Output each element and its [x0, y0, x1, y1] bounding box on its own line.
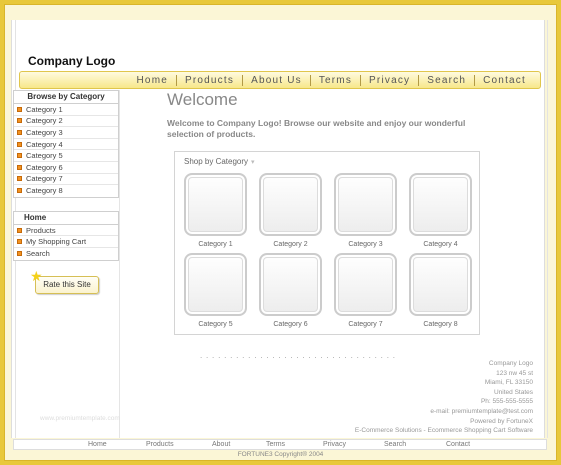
product-thumbnail[interactable]: [409, 253, 472, 316]
product-label[interactable]: Category 2: [259, 241, 322, 248]
product-tile-5[interactable]: Category 5: [184, 253, 247, 328]
product-label[interactable]: Category 6: [259, 321, 322, 328]
edge-line-right: [547, 20, 548, 438]
arrow-icon: ▾: [251, 159, 255, 166]
product-label[interactable]: Category 3: [334, 241, 397, 248]
address-email[interactable]: e-mail: premiumtemplate@test.com: [355, 407, 533, 417]
sidebar-item-category-8[interactable]: Category 8: [14, 185, 118, 197]
address-country: United States: [493, 388, 533, 396]
nav-privacy[interactable]: Privacy: [360, 74, 418, 86]
nav-terms[interactable]: Terms: [309, 74, 360, 86]
product-tile-2[interactable]: Category 2: [259, 173, 322, 248]
shop-by-category-panel: Shop by Category ▾ Category 1 Category 2 …: [174, 151, 480, 335]
footer-nav-privacy[interactable]: Privacy: [323, 441, 346, 448]
welcome-intro: Welcome to Company Logo! Browse our webs…: [167, 118, 466, 139]
bullet-icon: [17, 118, 22, 124]
nav-about-us[interactable]: About Us: [242, 74, 310, 86]
product-thumbnail[interactable]: [184, 253, 247, 316]
sidebar-item-category-2[interactable]: Category 2: [14, 116, 118, 128]
nav-home[interactable]: Home: [129, 75, 176, 86]
product-thumbnail[interactable]: [409, 173, 472, 236]
nav-search[interactable]: Search: [418, 74, 474, 86]
product-tile-1[interactable]: Category 1: [184, 173, 247, 248]
product-thumbnail[interactable]: [334, 253, 397, 316]
bullet-icon: [17, 153, 22, 159]
sidebar-item-category-5[interactable]: Category 5: [14, 150, 118, 162]
product-tile-8[interactable]: Category 8: [409, 253, 472, 328]
sidebar: Browse by Category Category 1 Category 2…: [13, 90, 119, 261]
column-divider: [119, 90, 120, 438]
footer-nav-contact[interactable]: Contact: [446, 441, 470, 448]
top-navigation: Home Products About Us Terms Privacy Sea…: [19, 71, 541, 89]
footer-nav-terms[interactable]: Terms: [266, 441, 285, 448]
watermark-text: www.premiumtemplate.com: [40, 415, 120, 422]
powered-by[interactable]: Powered by FortuneX: [355, 417, 533, 427]
address-city: Miami, FL 33150: [484, 379, 533, 387]
bullet-icon: [17, 129, 22, 135]
browse-category-heading: Browse by Category: [14, 91, 118, 104]
bullet-icon: [17, 164, 22, 170]
bullet-icon: [17, 188, 22, 194]
company-logo[interactable]: Company Logo: [28, 54, 115, 68]
product-tile-7[interactable]: Category 7: [334, 253, 397, 328]
product-thumbnail[interactable]: [184, 173, 247, 236]
bullet-icon: [17, 141, 22, 147]
category-box: Browse by Category Category 1 Category 2…: [13, 90, 119, 198]
page-title: Welcome: [167, 90, 238, 109]
footer-nav-home[interactable]: Home: [88, 441, 107, 448]
product-label[interactable]: Category 5: [184, 321, 247, 328]
address-street: 123 nw 45 st: [496, 369, 533, 377]
product-tile-4[interactable]: Category 4: [409, 173, 472, 248]
star-icon: ★: [30, 268, 43, 284]
bullet-icon: [17, 251, 22, 257]
bottom-navigation: Home Products About Terms Privacy Search…: [13, 439, 547, 450]
product-label[interactable]: Category 8: [409, 321, 472, 328]
address-company: Company Logo: [488, 360, 533, 367]
product-tile-6[interactable]: Category 6: [259, 253, 322, 328]
sidebar-item-search[interactable]: Search: [14, 248, 118, 260]
product-label[interactable]: Category 4: [409, 241, 472, 248]
bullet-icon: [17, 227, 22, 233]
footer-address: Company Logo 123 nw 45 st Miami, FL 3315…: [355, 359, 533, 436]
sidebar-item-category-3[interactable]: Category 3: [14, 127, 118, 139]
product-label[interactable]: Category 7: [334, 321, 397, 328]
bullet-icon: [17, 176, 22, 182]
bullet-icon: [17, 106, 22, 112]
nav-products[interactable]: Products: [176, 74, 242, 86]
footer-nav-products[interactable]: Products: [146, 441, 174, 448]
product-tile-3[interactable]: Category 3: [334, 173, 397, 248]
rate-site-button[interactable]: Rate this Site: [35, 276, 99, 294]
sidebar-item-category-7[interactable]: Category 7: [14, 174, 118, 186]
menu-home-link[interactable]: Home: [14, 212, 118, 225]
sidebar-item-category-4[interactable]: Category 4: [14, 139, 118, 151]
product-thumbnail[interactable]: [334, 173, 397, 236]
product-thumbnail[interactable]: [259, 253, 322, 316]
ecommerce-link[interactable]: E-Commerce Solutions - Ecommerce Shoppin…: [355, 426, 533, 436]
sidebar-item-products[interactable]: Products: [14, 225, 118, 237]
address-phone: Ph: 555-555-5555: [480, 398, 533, 406]
shop-by-category-heading: Shop by Category ▾: [184, 157, 255, 166]
bullet-icon: [17, 239, 22, 245]
product-thumbnail[interactable]: [259, 173, 322, 236]
footer-nav-about[interactable]: About: [212, 441, 230, 448]
nav-contact[interactable]: Contact: [474, 74, 534, 86]
sidebar-item-shopping-cart[interactable]: My Shopping Cart: [14, 236, 118, 248]
menu-box: Home Products My Shopping Cart Search: [13, 210, 119, 261]
footer-nav-search[interactable]: Search: [384, 441, 406, 448]
sidebar-item-category-6[interactable]: Category 6: [14, 162, 118, 174]
product-label[interactable]: Category 1: [184, 241, 247, 248]
sidebar-item-category-1[interactable]: Category 1: [14, 104, 118, 116]
copyright: FORTUNE3 Copyright® 2004: [237, 451, 324, 458]
